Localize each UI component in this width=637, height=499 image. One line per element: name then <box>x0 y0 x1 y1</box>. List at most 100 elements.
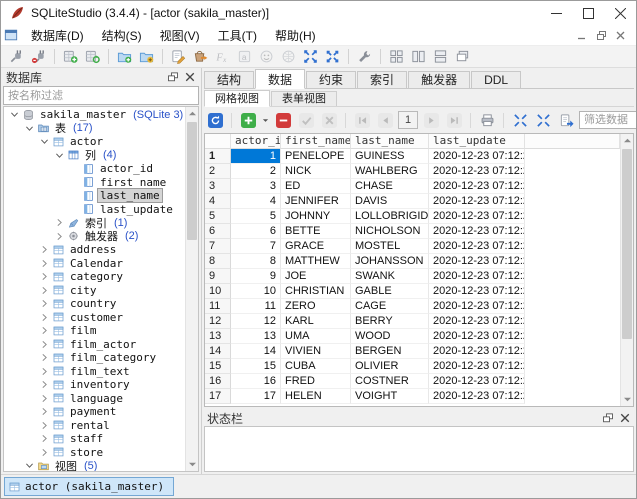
taskbar-item-actor[interactable]: actor (sakila_master) <box>4 477 174 496</box>
refresh-button[interactable] <box>205 111 225 130</box>
collapse-icon[interactable] <box>23 460 36 471</box>
cell[interactable]: CHASE <box>351 179 429 194</box>
mdi-restore-button[interactable] <box>596 30 607 41</box>
cell[interactable]: 2020-12-23 07:12:29 <box>429 209 525 224</box>
cell[interactable]: 2020-12-23 07:12:29 <box>429 164 525 179</box>
menu-item-structure[interactable]: 结构(S) <box>93 25 151 46</box>
cell[interactable]: 2020-12-23 07:12:29 <box>429 149 525 164</box>
tab-结构[interactable]: 结构 <box>204 71 254 88</box>
cell[interactable]: 8 <box>231 254 281 269</box>
fit-rows-button[interactable] <box>533 111 553 130</box>
scroll-up-icon[interactable] <box>186 107 198 120</box>
menu-item-view[interactable]: 视图(V) <box>151 25 209 46</box>
tab-数据[interactable]: 数据 <box>255 69 305 89</box>
collation-editor-button[interactable]: a <box>234 47 255 67</box>
expand-icon[interactable] <box>38 420 51 431</box>
row-header[interactable]: 12 <box>205 314 231 329</box>
dock-close-icon[interactable] <box>619 412 631 424</box>
insert-row-button[interactable] <box>238 111 258 130</box>
row-header[interactable]: 16 <box>205 374 231 389</box>
cell[interactable]: DAVIS <box>351 194 429 209</box>
cell[interactable]: 5 <box>231 209 281 224</box>
dock-float-icon[interactable] <box>602 412 614 424</box>
cell[interactable]: 2020-12-23 07:12:29 <box>429 239 525 254</box>
tree-item-触发器[interactable]: 触发器(2) <box>4 230 185 244</box>
row-header[interactable]: 7 <box>205 239 231 254</box>
mdi-cascade-button[interactable] <box>452 47 473 67</box>
expand-icon[interactable] <box>38 325 51 336</box>
cell[interactable]: PENELOPE <box>281 149 351 164</box>
cell[interactable]: MOSTEL <box>351 239 429 254</box>
tree-item-film_category[interactable]: film_category <box>4 351 185 365</box>
expand-icon[interactable] <box>38 312 51 323</box>
grid-scrollbar[interactable] <box>620 134 633 406</box>
cell[interactable]: NICK <box>281 164 351 179</box>
cell[interactable]: WAHLBERG <box>351 164 429 179</box>
edit-database-button[interactable] <box>82 47 103 67</box>
expand-icon[interactable] <box>38 339 51 350</box>
web-globe-button[interactable] <box>278 47 299 67</box>
row-header[interactable]: 11 <box>205 299 231 314</box>
expand-icon[interactable] <box>38 366 51 377</box>
cell[interactable]: FRED <box>281 374 351 389</box>
expand-icon[interactable] <box>53 231 66 242</box>
tree-item-category[interactable]: category <box>4 270 185 284</box>
dock-float-icon[interactable] <box>167 71 179 83</box>
prev-page-button[interactable] <box>375 111 395 130</box>
mdi-minimize-button[interactable] <box>577 30 588 41</box>
close-button[interactable] <box>604 1 636 25</box>
cell[interactable]: CAGE <box>351 299 429 314</box>
rollback-button[interactable] <box>319 111 339 130</box>
cell[interactable]: 2020-12-23 07:12:29 <box>429 254 525 269</box>
tree-scrollbar[interactable] <box>185 107 198 471</box>
cell[interactable]: JOHANSSON <box>351 254 429 269</box>
cell[interactable]: 3 <box>231 179 281 194</box>
scroll-down-icon[interactable] <box>621 393 633 406</box>
tree-scroll-thumb[interactable] <box>187 122 197 240</box>
tree-item-store[interactable]: store <box>4 446 185 460</box>
expand-icon[interactable] <box>38 447 51 458</box>
collapse-icon[interactable] <box>38 136 51 147</box>
next-page-button[interactable] <box>421 111 441 130</box>
cell[interactable]: 2020-12-23 07:12:29 <box>429 314 525 329</box>
function-editor-button[interactable]: Fx <box>212 47 233 67</box>
row-header[interactable]: 4 <box>205 194 231 209</box>
tree-item-first_name[interactable]: first_name <box>4 176 185 190</box>
column-header-actor_id[interactable]: actor_id <box>231 134 281 149</box>
cell[interactable]: 7 <box>231 239 281 254</box>
expand-icon[interactable] <box>38 298 51 309</box>
subtab-网格视图[interactable]: 网格视图 <box>204 90 270 107</box>
collapse-icon[interactable] <box>8 109 21 120</box>
cell[interactable]: 2020-12-23 07:12:29 <box>429 344 525 359</box>
connect-button[interactable] <box>6 47 27 67</box>
tree-filter-input[interactable] <box>3 86 199 105</box>
row-header[interactable]: 13 <box>205 329 231 344</box>
tree-item-inventory[interactable]: inventory <box>4 378 185 392</box>
expand-icon[interactable] <box>38 433 51 444</box>
expand-icon[interactable] <box>38 258 51 269</box>
tree-item-language[interactable]: language <box>4 392 185 406</box>
cell[interactable]: ED <box>281 179 351 194</box>
cell[interactable]: GABLE <box>351 284 429 299</box>
cell[interactable]: CHRISTIAN <box>281 284 351 299</box>
cell[interactable]: 2020-12-23 07:12:29 <box>429 359 525 374</box>
print-button[interactable] <box>477 111 497 130</box>
tree-item-sakila_master[interactable]: sakila_master(SQLite 3) <box>4 108 185 122</box>
cell[interactable]: 10 <box>231 284 281 299</box>
tree-item-列[interactable]: 列(4) <box>4 149 185 163</box>
tree-item-表[interactable]: 表(17) <box>4 122 185 136</box>
cell[interactable]: 12 <box>231 314 281 329</box>
cell[interactable]: 9 <box>231 269 281 284</box>
cell[interactable]: HELEN <box>281 389 351 404</box>
expand-icon[interactable] <box>53 217 66 228</box>
mdi-tile-vertical-button[interactable] <box>408 47 429 67</box>
tree-item-address[interactable]: address <box>4 243 185 257</box>
cell[interactable]: CUBA <box>281 359 351 374</box>
mdi-tile-horizontal-button[interactable] <box>430 47 451 67</box>
tree-item-film_text[interactable]: film_text <box>4 365 185 379</box>
first-page-button[interactable] <box>352 111 372 130</box>
row-header[interactable]: 6 <box>205 224 231 239</box>
row-header[interactable]: 1 <box>205 149 231 164</box>
cell[interactable]: 17 <box>231 389 281 404</box>
row-header[interactable]: 2 <box>205 164 231 179</box>
